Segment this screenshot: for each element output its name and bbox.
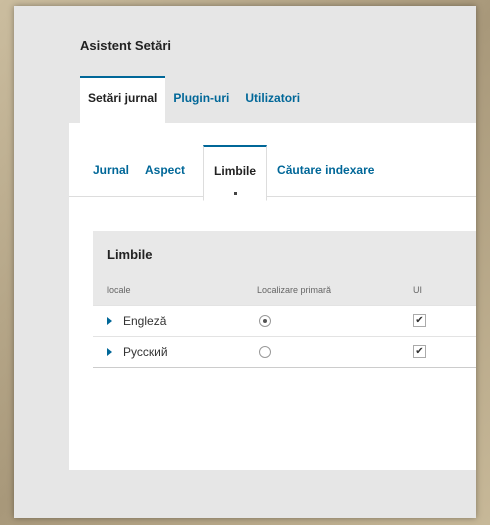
languages-grid: Limbile locale Localizare primară UI Eng… (93, 231, 476, 368)
tab-plugins[interactable]: Plugin-uri (165, 76, 237, 123)
tab-languages-label: Limbile (214, 164, 257, 178)
main-tabs: Setări jurnal Plugin-uri Utilizatori (80, 76, 308, 126)
col-primary: Localizare primară (257, 285, 332, 295)
grid-title: Limbile (107, 247, 153, 262)
expand-icon[interactable] (107, 317, 112, 325)
page-title: Asistent Setări (80, 38, 172, 53)
expand-icon[interactable] (107, 348, 112, 356)
locale-name: Engleză (123, 314, 167, 328)
ui-checkbox[interactable]: ✔ (413, 345, 426, 358)
table-row: Русский ✔ (93, 336, 476, 367)
settings-panel: Jurnal Aspect Limbile Căutare indexare L… (69, 123, 476, 470)
tab-users[interactable]: Utilizatori (237, 76, 308, 123)
active-indicator (234, 192, 238, 195)
tab-search-indexing[interactable]: Căutare indexare (273, 145, 386, 197)
primary-locale-radio[interactable] (259, 346, 271, 358)
table-row: Engleză ✔ (93, 305, 476, 336)
sub-tabs: Jurnal Aspect Limbile Căutare indexare (69, 145, 476, 201)
tab-appearance[interactable]: Aspect (141, 145, 197, 197)
tab-journal-settings[interactable]: Setări jurnal (80, 76, 166, 126)
settings-page: Asistent Setări Setări jurnal Plugin-uri… (14, 6, 476, 518)
locale-name: Русский (123, 345, 168, 359)
tab-languages[interactable]: Limbile (203, 145, 268, 201)
grid-header: Limbile locale Localizare primară UI (93, 231, 476, 305)
ui-checkbox[interactable]: ✔ (413, 314, 426, 327)
tab-journal[interactable]: Jurnal (89, 145, 141, 197)
primary-locale-radio[interactable] (259, 315, 271, 327)
col-locale: locale (107, 285, 131, 295)
col-ui: UI (413, 285, 422, 295)
